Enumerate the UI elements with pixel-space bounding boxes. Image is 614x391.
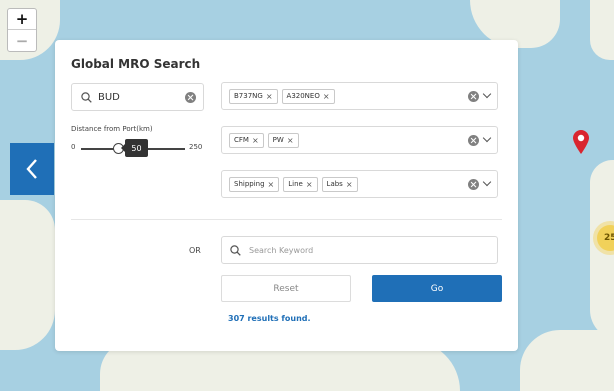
zoom-control: + −	[7, 8, 37, 52]
land-southeast	[520, 330, 614, 391]
distance-max: 250	[189, 143, 203, 151]
tag-remove-icon[interactable]: ×	[268, 180, 275, 189]
engine-tags: CFM × PW ×	[229, 132, 468, 148]
port-search-field[interactable]: BUD	[71, 83, 204, 111]
panel-title: Global MRO Search	[71, 57, 201, 71]
tag-label: Shipping	[234, 180, 265, 188]
distance-min: 0	[71, 143, 76, 151]
chevron-down-icon[interactable]	[482, 133, 492, 143]
collapse-panel-button[interactable]	[10, 143, 54, 195]
port-search-value[interactable]: BUD	[98, 92, 185, 103]
search-icon	[230, 244, 241, 256]
land-north-east	[590, 0, 614, 60]
chevron-left-icon	[26, 159, 37, 179]
go-button[interactable]: Go	[372, 275, 502, 302]
zoom-in-button[interactable]: +	[8, 9, 36, 30]
cluster-count: 25	[604, 233, 614, 243]
tag-label: B737NG	[234, 92, 263, 100]
engine-type-select[interactable]: CFM × PW ×	[221, 126, 498, 154]
map-pin-icon[interactable]	[572, 129, 590, 155]
tag-remove-icon[interactable]: ×	[323, 92, 330, 101]
zoom-out-button[interactable]: −	[8, 30, 36, 51]
tag-b737ng: B737NG ×	[229, 88, 278, 104]
tag-cfm: CFM ×	[229, 132, 264, 148]
tag-remove-icon[interactable]: ×	[252, 136, 259, 145]
keyword-search-field[interactable]	[221, 236, 498, 264]
clear-icon[interactable]	[468, 90, 479, 102]
slider-value-tooltip: 50	[121, 139, 148, 157]
land-west	[0, 200, 55, 350]
reset-button[interactable]: Reset	[221, 275, 351, 302]
tag-remove-icon[interactable]: ×	[346, 180, 353, 189]
tag-label: Labs	[326, 180, 343, 188]
section-divider	[71, 219, 502, 220]
clear-icon[interactable]	[185, 91, 196, 103]
tag-labs: Labs ×	[321, 176, 358, 192]
tag-label: PW	[272, 136, 284, 144]
aircraft-type-select[interactable]: B737NG × A320NEO ×	[221, 82, 498, 110]
aircraft-tags: B737NG × A320NEO ×	[229, 88, 468, 104]
or-label: OR	[189, 246, 201, 255]
tag-remove-icon[interactable]: ×	[306, 180, 313, 189]
tag-remove-icon[interactable]: ×	[266, 92, 273, 101]
tag-remove-icon[interactable]: ×	[287, 136, 294, 145]
keyword-search-input[interactable]	[247, 244, 477, 256]
results-count: 307 results found.	[228, 314, 311, 323]
tag-shipping: Shipping ×	[229, 176, 280, 192]
tag-label: A320NEO	[286, 92, 320, 100]
distance-label: Distance from Port(km)	[71, 125, 153, 133]
tag-a320neo: A320NEO ×	[281, 88, 335, 104]
tag-label: Line	[288, 180, 303, 188]
search-icon	[81, 91, 92, 103]
distance-slider[interactable]: 0 50 250	[71, 138, 204, 158]
chevron-down-icon[interactable]	[482, 177, 492, 187]
tag-label: CFM	[234, 136, 249, 144]
tag-line: Line ×	[283, 176, 318, 192]
tag-pw: PW ×	[267, 132, 299, 148]
service-tags: Shipping × Line × Labs ×	[229, 176, 468, 192]
mro-search-panel: Global MRO Search BUD Distance from Port…	[55, 40, 518, 351]
service-type-select[interactable]: Shipping × Line × Labs ×	[221, 170, 498, 198]
clear-icon[interactable]	[468, 134, 479, 146]
chevron-down-icon[interactable]	[482, 89, 492, 99]
clear-icon[interactable]	[468, 178, 479, 190]
